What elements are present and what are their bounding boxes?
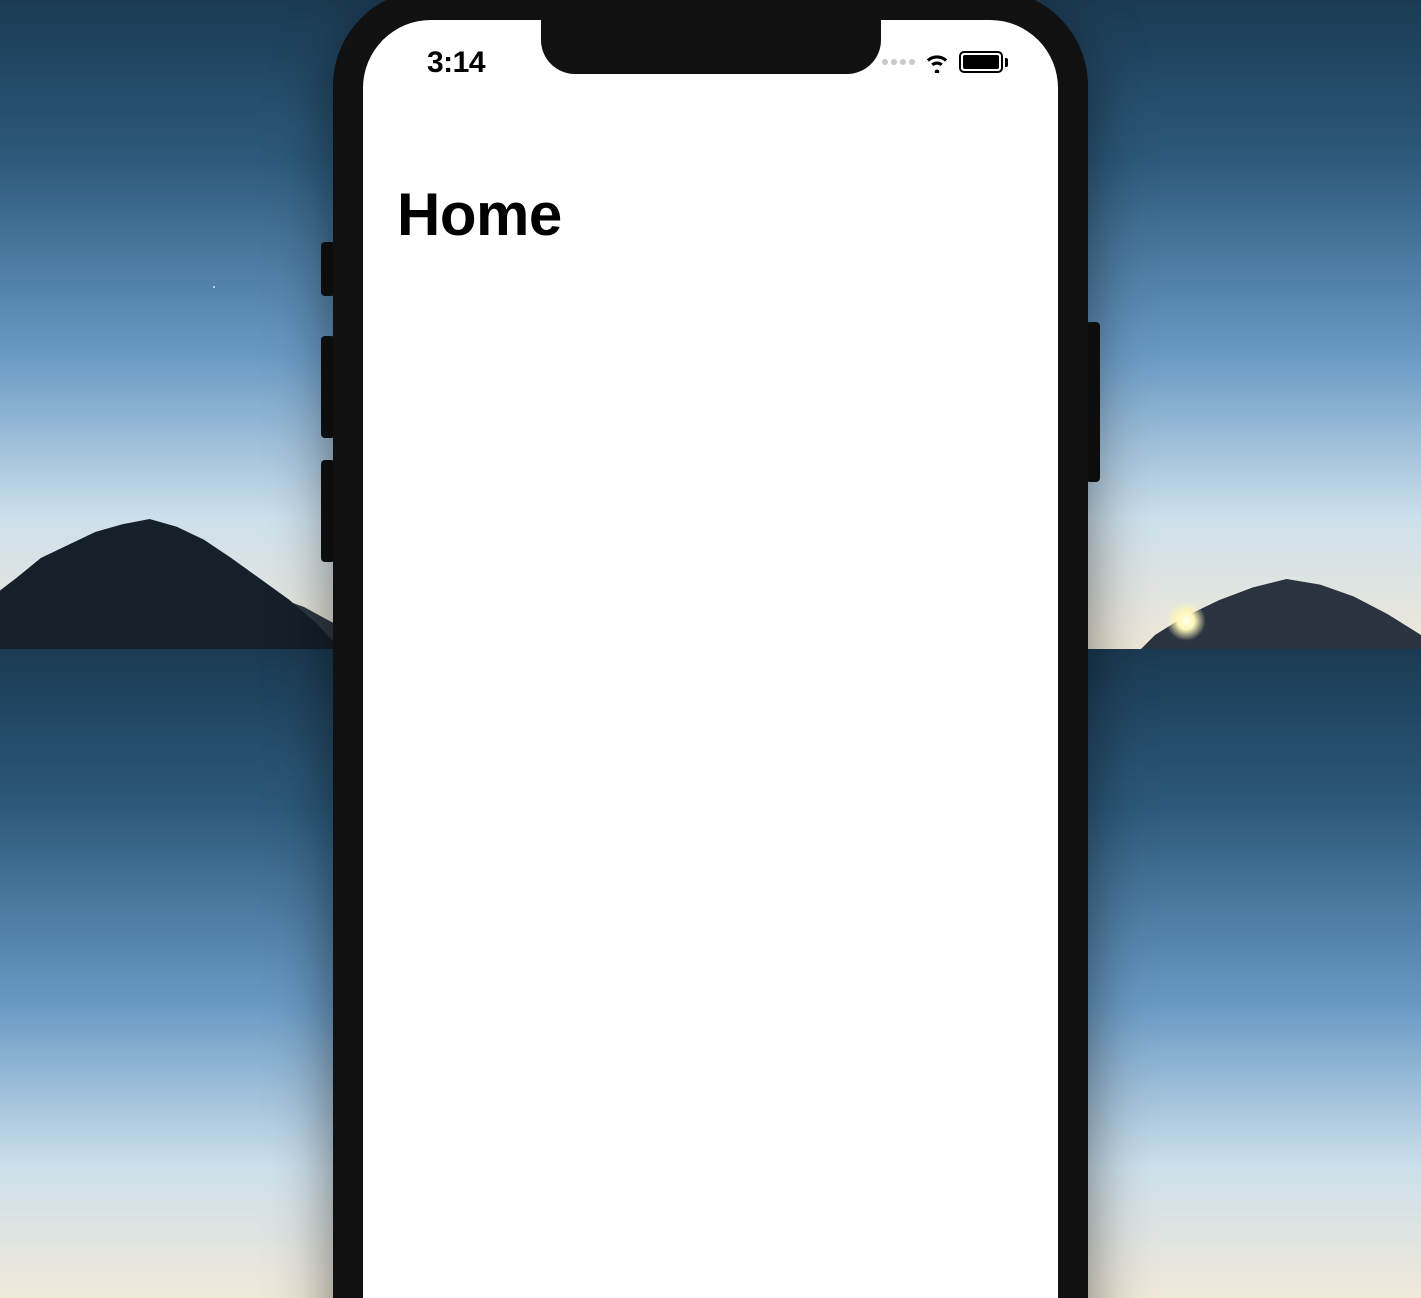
device-notch (541, 20, 881, 74)
status-bar-right-cluster (882, 51, 1008, 73)
background-mountain (1141, 579, 1421, 649)
device-screen: 3:14 Home (363, 20, 1058, 1298)
device-frame: 3:14 Home (333, 0, 1088, 1298)
phone-power-button (1086, 322, 1100, 482)
battery-icon (959, 51, 1008, 73)
background-mountain (0, 519, 340, 649)
page-title: Home (397, 180, 1024, 249)
navigation-bar: Home (397, 180, 1024, 249)
wifi-icon (923, 51, 951, 73)
background-star (213, 286, 215, 288)
status-bar-time: 3:14 (427, 46, 485, 80)
signal-dots-icon (882, 59, 915, 65)
